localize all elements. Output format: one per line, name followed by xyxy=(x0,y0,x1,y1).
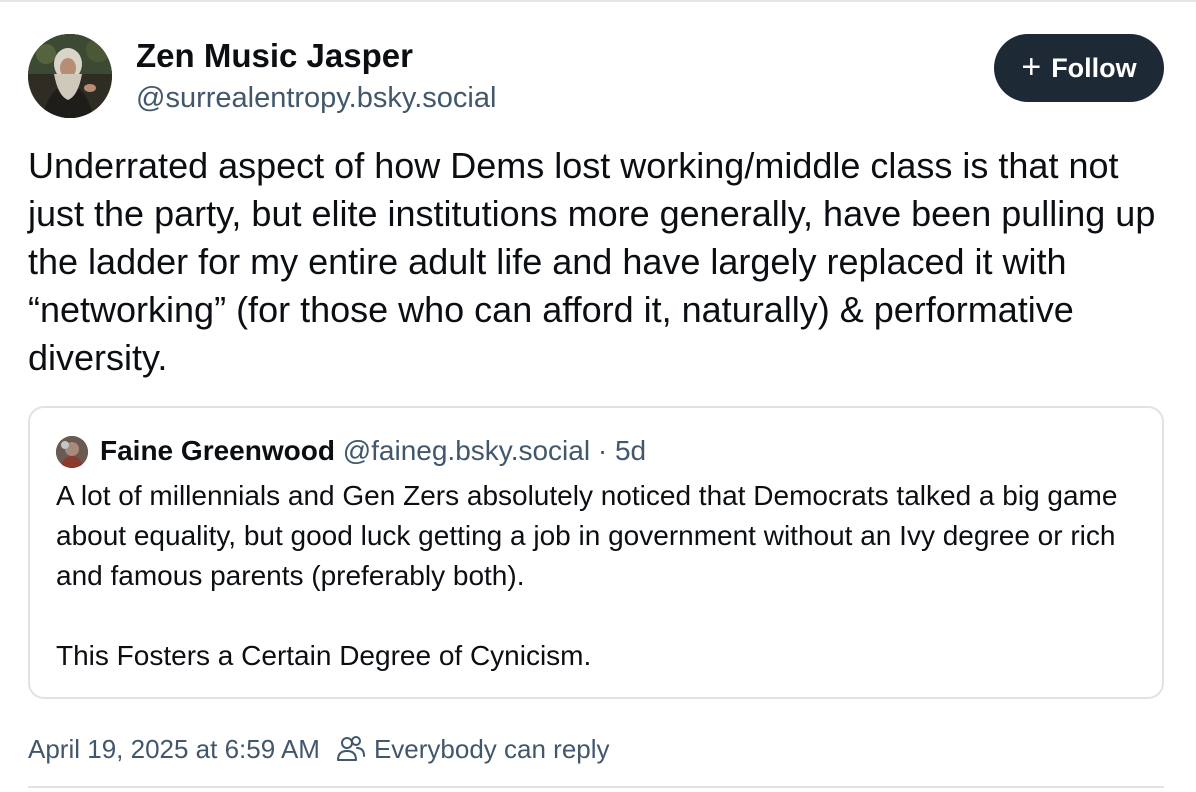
bottom-divider xyxy=(28,786,1164,788)
post-timestamp: April 19, 2025 at 6:59 AM xyxy=(28,733,320,764)
quoted-post-text: A lot of millennials and Gen Zers absolu… xyxy=(56,476,1146,676)
quoted-author-avatar[interactable] xyxy=(56,436,88,468)
avatar-image xyxy=(28,34,112,118)
post-text: Underrated aspect of how Dems lost worki… xyxy=(28,145,1156,378)
follow-button[interactable]: + Follow xyxy=(994,34,1164,102)
reply-setting-label: Everybody can reply xyxy=(373,733,610,764)
author-avatar[interactable] xyxy=(28,34,112,118)
author-handle[interactable]: @surrealentropy.bsky.social xyxy=(136,80,496,116)
quoted-post-header: Faine Greenwood @faineg.bsky.social · 5d xyxy=(100,432,646,470)
top-divider xyxy=(0,0,1196,2)
plus-icon: + xyxy=(1021,47,1042,86)
quoted-paragraph: A lot of millennials and Gen Zers absolu… xyxy=(56,480,1118,591)
quoted-author-name[interactable]: Faine Greenwood xyxy=(100,435,335,466)
quoted-author-handle[interactable]: @faineg.bsky.social xyxy=(343,435,590,466)
reply-setting[interactable]: Everybody can reply xyxy=(336,734,610,765)
quoted-post-card[interactable]: Faine Greenwood @faineg.bsky.social · 5d… xyxy=(28,406,1164,699)
quoted-avatar-image xyxy=(56,436,88,468)
quoted-post-time[interactable]: 5d xyxy=(615,435,646,466)
quoted-paragraph: This Fosters a Certain Degree of Cynicis… xyxy=(56,640,592,671)
follow-button-label: Follow xyxy=(1051,52,1137,83)
quoted-separator: · xyxy=(597,435,608,466)
author-display-name[interactable]: Zen Music Jasper xyxy=(136,36,413,76)
people-icon xyxy=(336,736,365,761)
post-meta-row: April 19, 2025 at 6:59 AM Everybody can … xyxy=(28,730,610,768)
